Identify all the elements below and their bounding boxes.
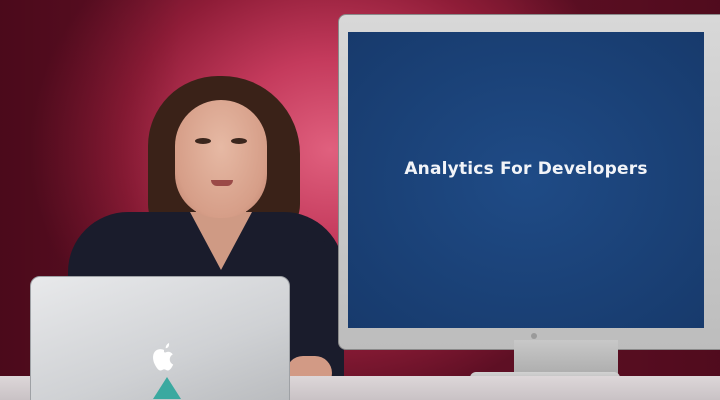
monitor-screen: Analytics For Developers [348, 32, 704, 328]
mouth [211, 180, 233, 186]
left-eye [195, 138, 211, 144]
right-eye [231, 138, 247, 144]
monitor-logo-icon [531, 333, 537, 339]
laptop [30, 276, 290, 400]
laptop-sticker-icon [153, 377, 181, 399]
screen-title: Analytics For Developers [404, 159, 648, 179]
video-frame: Analytics For Developers [0, 0, 720, 400]
presenter-face [175, 100, 267, 218]
apple-logo-icon [153, 343, 174, 371]
